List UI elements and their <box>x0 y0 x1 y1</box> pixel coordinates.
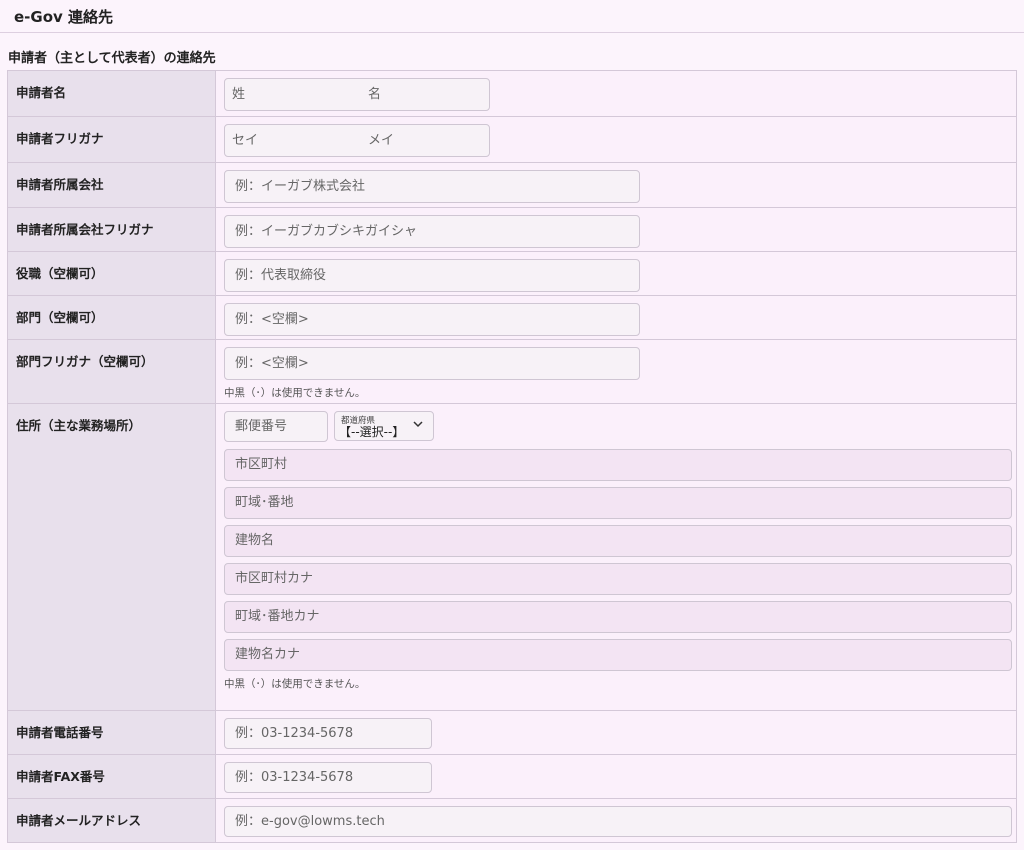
label-department-kana: 部門フリガナ（空欄可） <box>7 339 216 404</box>
label-phone: 申請者電話番号 <box>7 710 216 755</box>
label-fax: 申請者FAX番号 <box>7 754 216 799</box>
company-input[interactable]: 例：イーガブ株式会社 <box>224 170 640 203</box>
row-applicant-name: 申請者名 姓 名 <box>7 70 1017 117</box>
sei-placeholder: 姓 <box>232 87 246 102</box>
city-kana-input[interactable]: 市区町村カナ <box>224 563 1012 595</box>
row-email: 申請者メールアドレス 例：e-gov@lowms.tech <box>7 798 1017 843</box>
row-company: 申請者所属会社 例：イーガブ株式会社 <box>7 162 1017 208</box>
label-department: 部門（空欄可） <box>7 295 216 340</box>
sei-kana-placeholder: セイ <box>232 133 259 148</box>
building-kana-input[interactable]: 建物名カナ <box>224 639 1012 671</box>
row-applicant-furigana: 申請者フリガナ セイ メイ <box>7 116 1017 163</box>
address-hint: 中黒（･）は使用できません。 <box>224 678 366 690</box>
row-department-kana: 部門フリガナ（空欄可） 例：<空欄> 中黒（･）は使用できません。 <box>7 339 1017 404</box>
chevron-down-icon <box>413 421 423 428</box>
label-applicant-name: 申請者名 <box>7 70 216 117</box>
section-title: 申請者（主として代表者）の連絡先 <box>8 51 216 66</box>
label-email: 申請者メールアドレス <box>7 798 216 843</box>
row-company-kana: 申請者所属会社フリガナ 例：イーガブカブシキガイシャ <box>7 207 1017 252</box>
fax-input[interactable]: 例：03-1234-5678 <box>224 762 432 793</box>
building-input[interactable]: 建物名 <box>224 525 1012 557</box>
postal-code-input[interactable]: 郵便番号 <box>224 411 328 442</box>
mei-placeholder: 名 <box>368 87 382 102</box>
row-department: 部門（空欄可） 例：<空欄> <box>7 295 1017 340</box>
department-kana-hint: 中黒（･）は使用できません。 <box>224 387 366 399</box>
applicant-furigana-input[interactable]: セイ メイ <box>224 124 490 157</box>
phone-input[interactable]: 例：03-1234-5678 <box>224 718 432 749</box>
city-input[interactable]: 市区町村 <box>224 449 1012 481</box>
prefecture-value: 【--選択--】 <box>339 425 405 439</box>
contact-page: e-Gov 連絡先 申請者（主として代表者）の連絡先 申請者名 姓 名 申請者フ… <box>0 0 1024 850</box>
street-kana-input[interactable]: 町域･番地カナ <box>224 601 1012 633</box>
row-phone: 申請者電話番号 例：03-1234-5678 <box>7 710 1017 755</box>
label-company-kana: 申請者所属会社フリガナ <box>7 207 216 252</box>
email-input[interactable]: 例：e-gov@lowms.tech <box>224 806 1012 837</box>
position-input[interactable]: 例：代表取締役 <box>224 259 640 292</box>
row-position: 役職（空欄可） 例：代表取締役 <box>7 251 1017 296</box>
label-address: 住所（主な業務場所） <box>7 403 216 711</box>
label-position: 役職（空欄可） <box>7 251 216 296</box>
contact-form-table: 申請者名 姓 名 申請者フリガナ セイ メイ 申請者所属会社 例：イーガブ株式会… <box>7 70 1017 843</box>
page-title: e-Gov 連絡先 <box>14 8 114 26</box>
page-header: e-Gov 連絡先 <box>0 0 1024 33</box>
mei-kana-placeholder: メイ <box>368 133 395 148</box>
postal-prefecture-row: 郵便番号 都道府県 【--選択--】 <box>224 411 1016 442</box>
company-kana-input[interactable]: 例：イーガブカブシキガイシャ <box>224 215 640 248</box>
prefecture-select[interactable]: 都道府県 【--選択--】 <box>334 411 434 441</box>
label-applicant-furigana: 申請者フリガナ <box>7 116 216 163</box>
street-input[interactable]: 町域･番地 <box>224 487 1012 519</box>
row-address: 住所（主な業務場所） 郵便番号 都道府県 【--選択--】 市区町村 町域･番地 <box>7 403 1017 711</box>
department-kana-input[interactable]: 例：<空欄> <box>224 347 640 380</box>
department-input[interactable]: 例：<空欄> <box>224 303 640 336</box>
applicant-name-input[interactable]: 姓 名 <box>224 78 490 111</box>
label-company: 申請者所属会社 <box>7 162 216 208</box>
row-fax: 申請者FAX番号 例：03-1234-5678 <box>7 754 1017 799</box>
